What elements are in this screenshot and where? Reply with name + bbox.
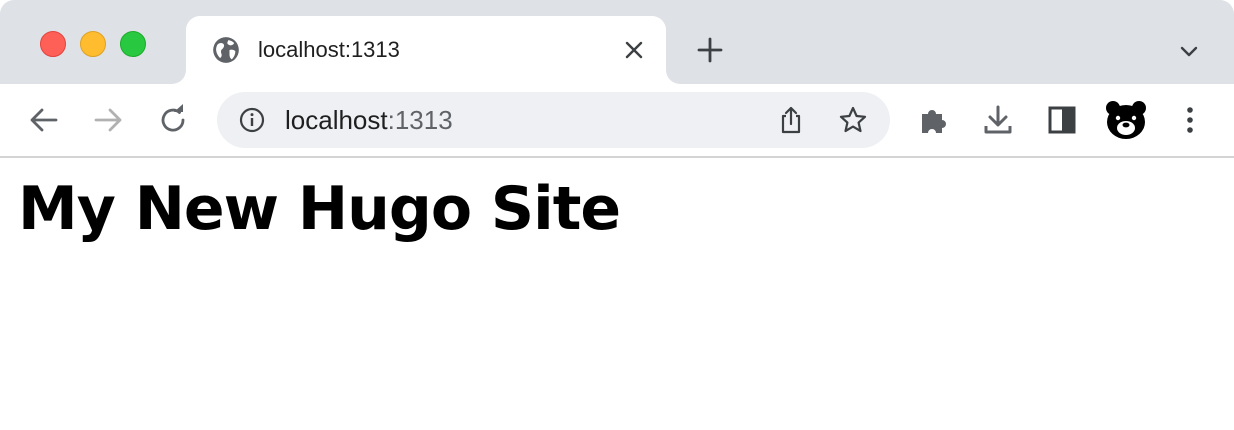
plus-icon[interactable] <box>696 36 724 64</box>
bear-avatar-icon[interactable] <box>1104 98 1148 142</box>
download-icon[interactable] <box>980 102 1016 138</box>
address-bar[interactable]: localhost:1313 <box>217 92 890 148</box>
close-icon[interactable] <box>623 39 645 61</box>
url-host: localhost <box>285 105 388 135</box>
url-text[interactable]: localhost:1313 <box>285 105 453 136</box>
globe-icon <box>213 37 239 63</box>
page-title: My New Hugo Site <box>18 174 621 244</box>
toolbar: localhost:1313 <box>0 84 1234 158</box>
tab-title: localhost:1313 <box>258 37 400 62</box>
chevron-down-icon[interactable] <box>1178 40 1200 62</box>
star-icon[interactable] <box>838 105 868 135</box>
browser-window: localhost:1313 localhost:1313 My New Hug… <box>0 0 1234 430</box>
info-icon[interactable] <box>239 107 265 133</box>
arrow-left-icon[interactable] <box>26 102 62 138</box>
puzzle-icon[interactable] <box>916 102 952 138</box>
share-icon[interactable] <box>776 105 806 135</box>
kebab-menu-icon[interactable] <box>1172 102 1208 138</box>
window-maximize-button[interactable] <box>120 31 146 57</box>
window-close-button[interactable] <box>40 31 66 57</box>
url-port: :1313 <box>387 105 453 135</box>
tab-active[interactable]: localhost:1313 <box>186 16 666 84</box>
reload-icon[interactable] <box>155 102 191 138</box>
tab-strip: localhost:1313 <box>0 0 1234 84</box>
page-content: My New Hugo Site <box>0 158 1234 430</box>
arrow-right-icon[interactable] <box>90 102 126 138</box>
side-panel-icon[interactable] <box>1044 102 1080 138</box>
window-minimize-button[interactable] <box>80 31 106 57</box>
